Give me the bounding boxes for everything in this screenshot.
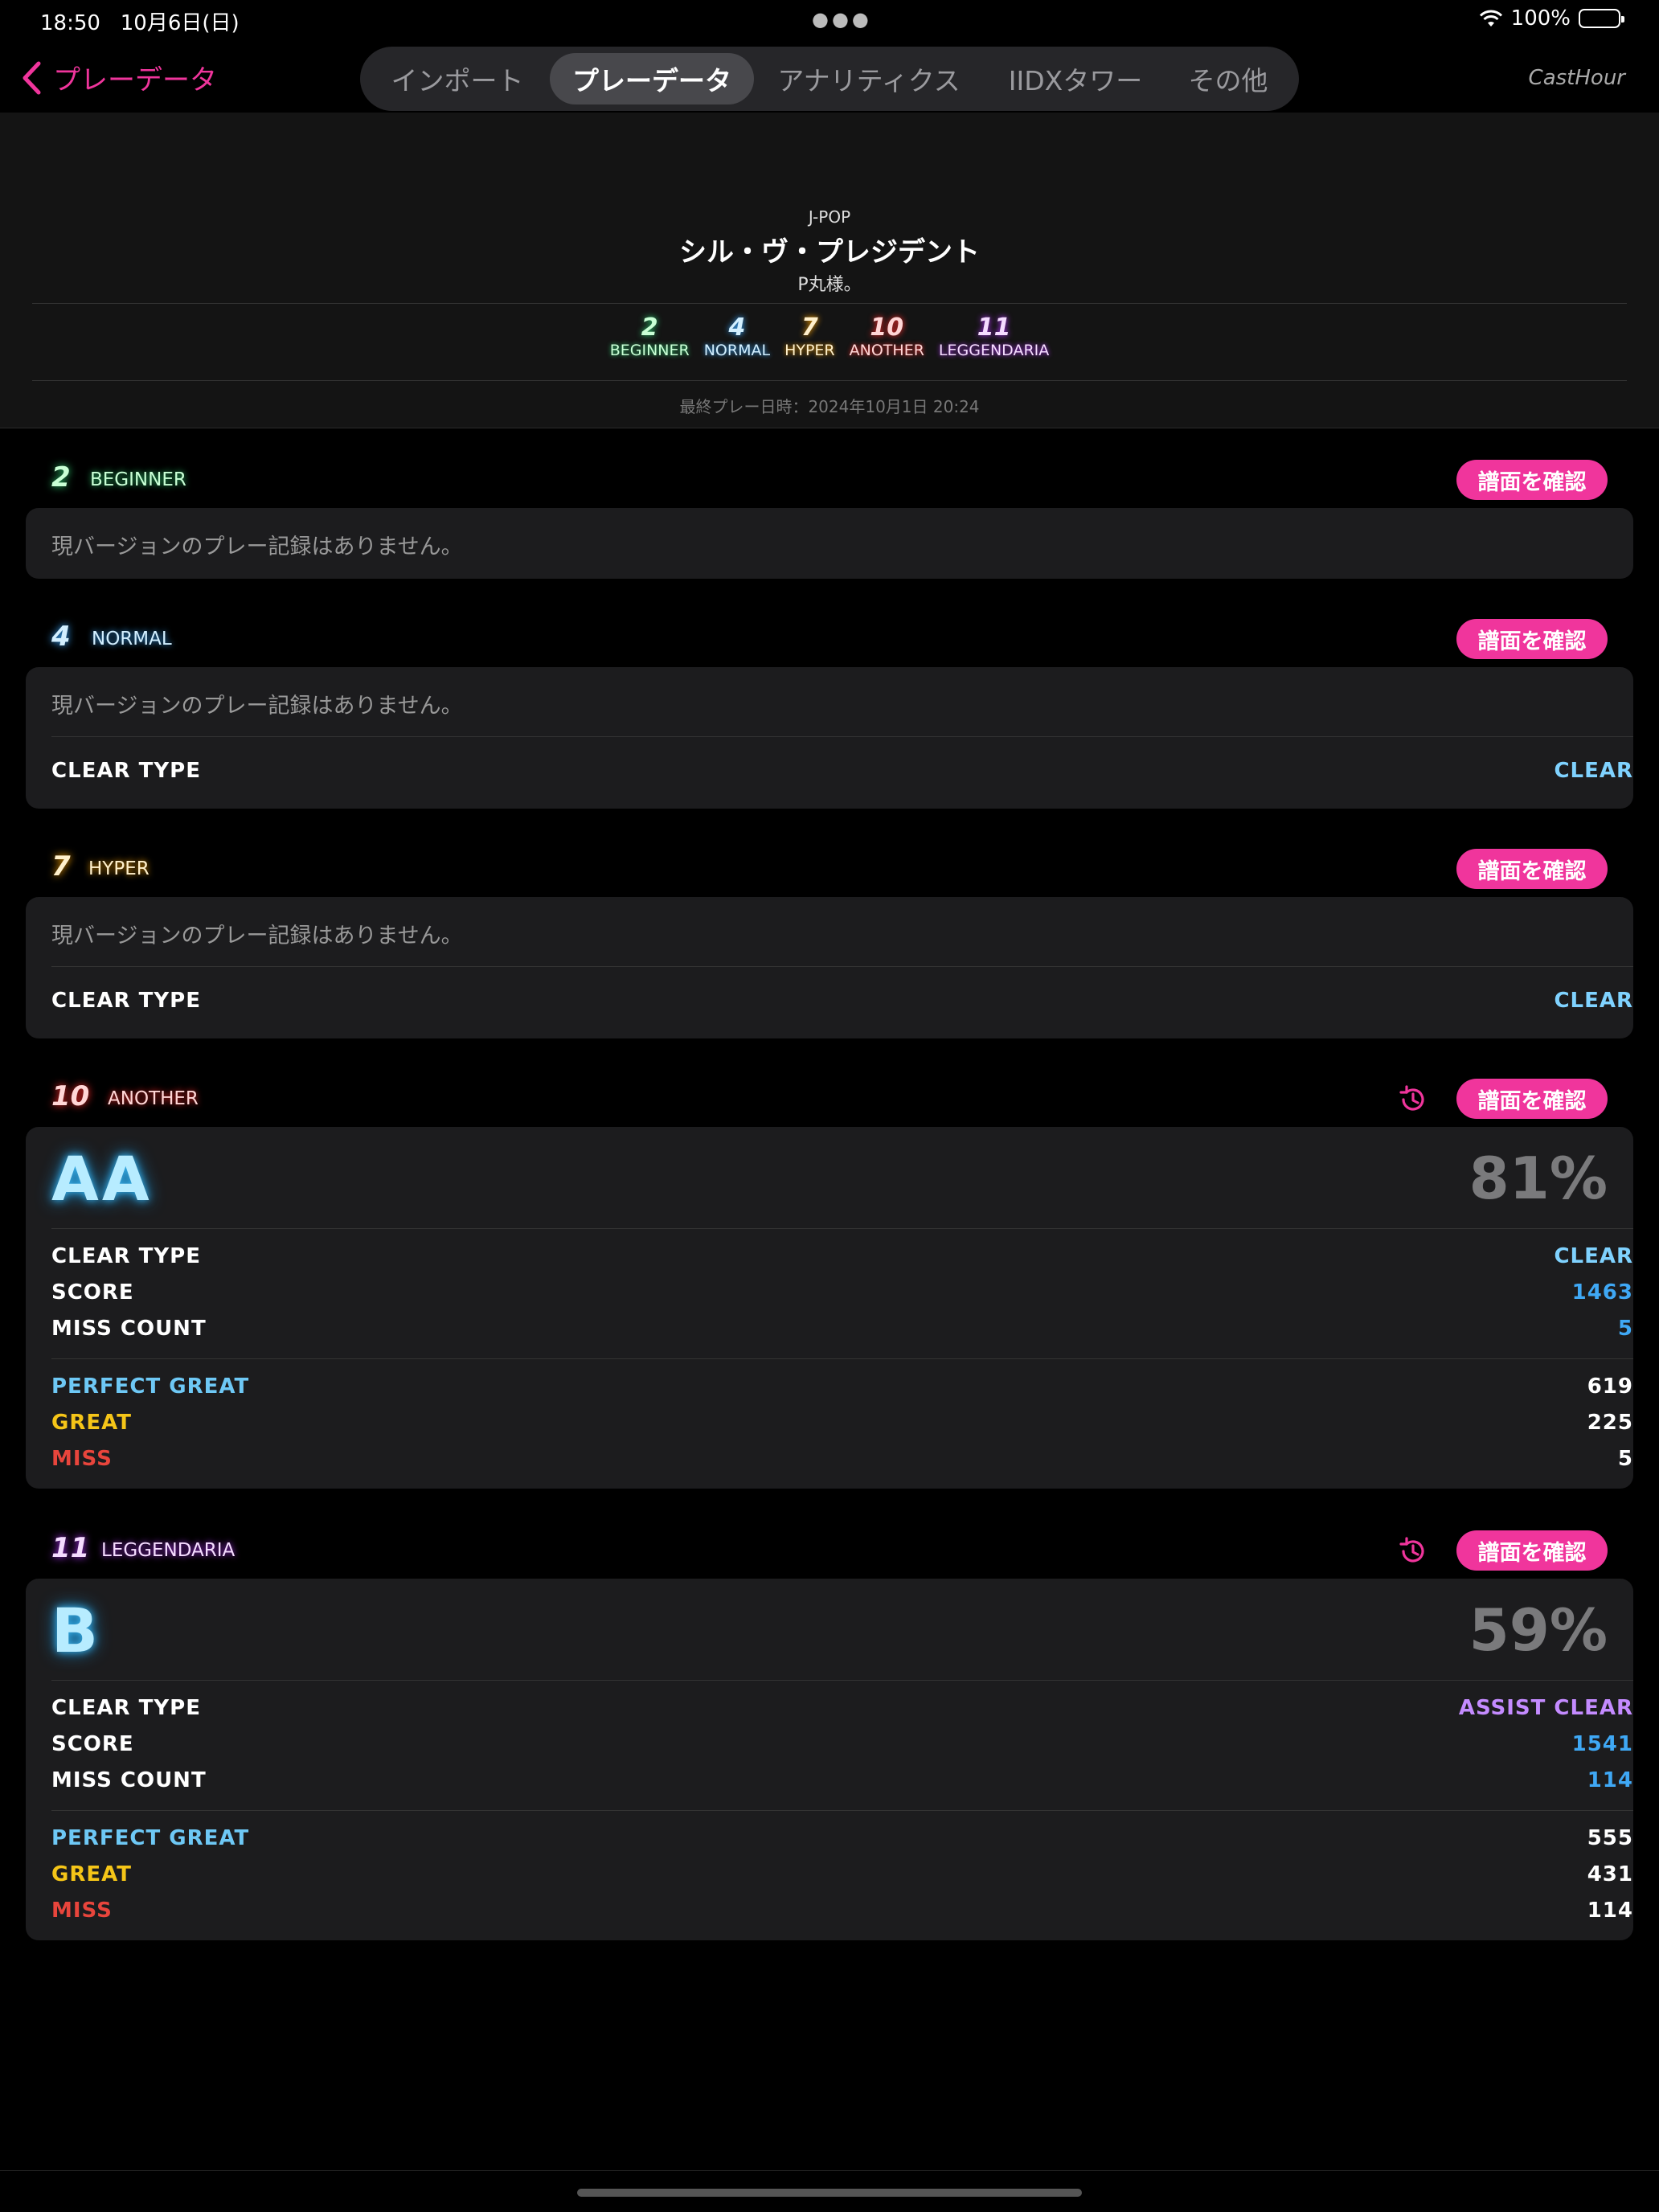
perfect-great-row: PERFECT GREAT 619 [51, 1374, 1633, 1399]
back-button[interactable]: プレーデータ [21, 58, 217, 97]
level-hyper: 7 HYPER [784, 313, 835, 359]
no-record-text: 現バージョンのプレー記録はありません。 [51, 924, 463, 948]
section-level: 11 [51, 1532, 90, 1564]
section-level: 7 [51, 850, 71, 883]
clear-type-row: CLEAR TYPE CLEAR [51, 759, 1633, 783]
miss-row: MISS 5 [51, 1447, 1633, 1471]
no-record-text: 現バージョンのプレー記録はありません。 [51, 694, 463, 719]
header-divider [32, 303, 1627, 304]
back-label: プレーデータ [53, 64, 217, 96]
last-play-datetime: 最終プレー日時：2024年10月1日 20:24 [679, 397, 980, 416]
view-chart-button[interactable]: 譜面を確認 [1456, 460, 1608, 500]
view-chart-button[interactable]: 譜面を確認 [1456, 849, 1608, 889]
card-divider [51, 966, 1633, 967]
card-divider [51, 1358, 1633, 1359]
view-chart-button[interactable]: 譜面を確認 [1456, 1530, 1608, 1571]
score-row: SCORE 1463 [51, 1280, 1633, 1305]
score-row: SCORE 1541 [51, 1732, 1633, 1756]
score-rate: 81% [1469, 1145, 1608, 1212]
battery-icon [1579, 9, 1624, 28]
home-indicator[interactable] [577, 2189, 1082, 2197]
section-another-header: 10 ANOTHER 譜面を確認 [0, 1069, 1659, 1125]
tab-import[interactable]: インポート [365, 53, 550, 104]
section-another-card: AA 81% CLEAR TYPE CLEAR SCORE 1463 MISS … [26, 1127, 1633, 1489]
clear-type-row: CLEAR TYPE CLEAR [51, 989, 1633, 1013]
perfect-great-row: PERFECT GREAT 555 [51, 1826, 1633, 1850]
section-difficulty: LEGGENDARIA [101, 1540, 236, 1561]
section-level: 10 [51, 1080, 90, 1112]
section-normal-header: 4 NORMAL 譜面を確認 [0, 609, 1659, 666]
section-normal-card: 現バージョンのプレー記録はありません。 CLEAR TYPE CLEAR [26, 667, 1633, 809]
status-bar: 18:50 10月6日(日) ●●● 100% [0, 0, 1659, 39]
nav-right-label[interactable]: CastHour [1529, 66, 1625, 90]
song-genre: J-POP [808, 207, 851, 227]
section-difficulty: BEGINNER [90, 469, 186, 490]
miss-row: MISS 114 [51, 1899, 1633, 1923]
difficulty-levels: 2 BEGINNER 4 NORMAL 7 HYPER 10 ANOTHER 1… [0, 313, 1659, 359]
section-difficulty: NORMAL [92, 629, 172, 649]
song-title: シル・ヴ・プレジデント [679, 236, 980, 268]
card-divider [51, 1810, 1633, 1811]
section-leggendaria-header: 11 LEGGENDARIA 譜面を確認 [0, 1521, 1659, 1577]
section-hyper-header: 7 HYPER 譜面を確認 [0, 839, 1659, 895]
tab-other[interactable]: その他 [1167, 53, 1289, 104]
wifi-icon [1479, 10, 1502, 27]
section-hyper-card: 現バージョンのプレー記録はありません。 CLEAR TYPE CLEAR [26, 897, 1633, 1038]
history-icon[interactable] [1397, 1535, 1429, 1567]
section-leggendaria-card: B 59% CLEAR TYPE ASSIST CLEAR SCORE 1541… [26, 1579, 1633, 1940]
status-indicators: 100% [1479, 6, 1624, 31]
no-record-text: 現バージョンのプレー記録はありません。 [51, 535, 463, 559]
battery-percent: 100% [1510, 6, 1571, 31]
tab-analytics[interactable]: アナリティクス [754, 53, 984, 104]
tab-iidx-tower[interactable]: IIDXタワー [984, 53, 1167, 104]
chevron-left-icon [23, 61, 41, 94]
level-leggendaria: 11 LEGGENDARIA [938, 313, 1050, 359]
miss-count-row: MISS COUNT 114 [51, 1768, 1633, 1792]
card-divider [51, 736, 1633, 737]
grade-badge: B [51, 1595, 101, 1666]
card-divider [51, 1228, 1633, 1229]
bottom-divider [0, 2170, 1659, 2171]
multitasking-dots-icon[interactable]: ●●● [812, 8, 872, 31]
section-difficulty: HYPER [88, 858, 150, 879]
section-level: 2 [51, 461, 71, 494]
clear-type-row: CLEAR TYPE CLEAR [51, 1244, 1633, 1268]
view-chart-button[interactable]: 譜面を確認 [1456, 1079, 1608, 1119]
song-artist: P丸様。 [797, 275, 862, 295]
history-icon[interactable] [1397, 1083, 1429, 1116]
great-row: GREAT 431 [51, 1862, 1633, 1886]
score-rate: 59% [1469, 1596, 1608, 1664]
tab-playdata[interactable]: プレーデータ [550, 53, 754, 104]
grade-badge: AA [51, 1143, 153, 1215]
tab-bar: インポート プレーデータ アナリティクス IIDXタワー その他 [360, 47, 1299, 111]
level-another: 10 ANOTHER [849, 313, 924, 359]
section-beginner-card: 現バージョンのプレー記録はありません。 [26, 508, 1633, 579]
level-normal: 4 NORMAL [703, 313, 771, 359]
section-difficulty: ANOTHER [108, 1088, 199, 1109]
level-beginner: 2 BEGINNER [609, 313, 690, 359]
clear-type-row: CLEAR TYPE ASSIST CLEAR [51, 1696, 1633, 1720]
card-divider [51, 1680, 1633, 1681]
section-level: 4 [51, 621, 71, 653]
great-row: GREAT 225 [51, 1411, 1633, 1435]
song-header: J-POP シル・ヴ・プレジデント P丸様。 2 BEGINNER 4 NORM… [0, 113, 1659, 428]
view-chart-button[interactable]: 譜面を確認 [1456, 619, 1608, 659]
miss-count-row: MISS COUNT 5 [51, 1317, 1633, 1341]
header-divider [32, 380, 1627, 381]
status-time: 18:50 10月6日(日) [40, 11, 240, 35]
section-beginner-header: 2 BEGINNER 譜面を確認 [0, 450, 1659, 506]
